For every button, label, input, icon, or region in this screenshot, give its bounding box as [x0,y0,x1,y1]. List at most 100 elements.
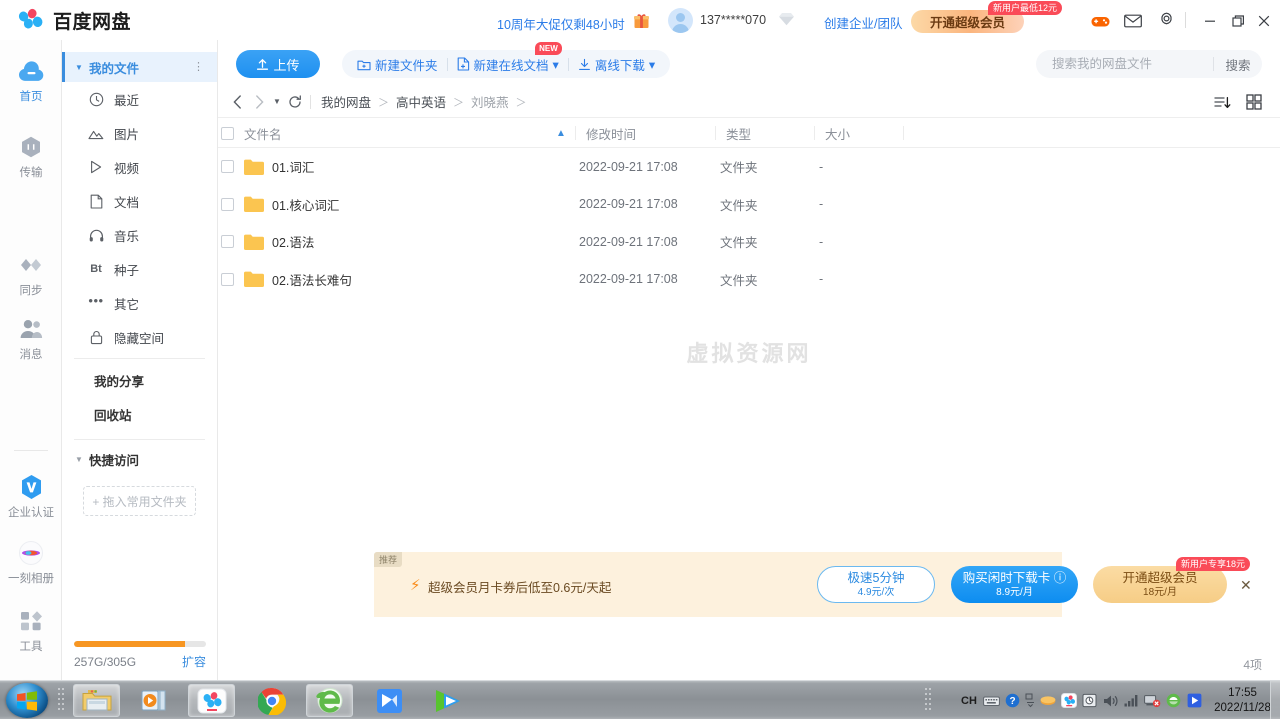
sort-list-icon[interactable] [1212,92,1232,112]
sort-ascending-arrow[interactable]: ▲ [556,118,566,148]
breadcrumb-item-1[interactable]: 高中英语 [396,92,446,111]
sidebar-item-videos[interactable]: 视频 [62,150,217,184]
taskbar-app-file-explorer[interactable] [73,684,120,717]
sidebar-item-music[interactable]: 音乐 [62,218,217,252]
sidebar-item-recycle-bin[interactable]: 回收站 [62,397,217,431]
row-checkbox[interactable] [221,198,234,211]
safe-icon[interactable] [1079,681,1100,719]
row-checkbox[interactable] [221,160,234,173]
table-row[interactable]: 02.语法2022-09-21 17:08文件夹- [218,223,1280,261]
anniversary-promo-link[interactable]: 10周年大促仅剩48小时 [497,14,625,33]
sidebar-item-images[interactable]: 图片 [62,116,217,150]
close-button[interactable] [1253,11,1275,31]
breadcrumb-item-0[interactable]: 我的网盘 [321,92,371,111]
table-row[interactable]: 02.语法长难句2022-09-21 17:08文件夹- [218,261,1280,299]
offline-download-button[interactable]: 离线下载 ▾ [569,50,664,78]
taskbar-app-chrome[interactable] [248,684,295,717]
rail-item-album[interactable]: 一刻相册 [0,540,62,586]
sidebar-item-my-shares[interactable]: 我的分享 [62,363,217,397]
create-team-link[interactable]: 创建企业/团队 [824,13,902,32]
caret-down-icon-quick: ▼ [75,455,85,464]
file-name[interactable]: 02.语法长难句 [272,270,352,289]
maximize-button[interactable] [1227,11,1249,31]
mail-icon[interactable] [1122,10,1144,31]
table-row[interactable]: 01.词汇2022-09-21 17:08文件夹- [218,148,1280,186]
signal-icon[interactable] [1121,681,1142,719]
sidebar-item-torrent[interactable]: Bt 种子 [62,252,217,286]
ellipse-icon[interactable] [1037,681,1058,719]
banner-button-svip[interactable]: 开通超级会员 18元/月 [1093,566,1227,603]
netdisk-tray-icon[interactable] [1058,681,1079,719]
input-method-indicator[interactable]: CH [957,681,981,719]
rail-item-messages[interactable]: 消息 [0,316,62,362]
back-button[interactable] [226,91,248,113]
column-header-mtime[interactable]: 修改时间 [586,118,636,148]
taskbar-app-ie-browser[interactable] [306,684,353,717]
taskbar-clock[interactable]: 17:55 2022/11/28 [1205,686,1280,716]
diamond-vip-icon[interactable] [778,12,795,31]
search-button[interactable]: 搜索 [1214,55,1262,74]
rail-item-tools[interactable]: 工具 [0,608,62,654]
row-checkbox[interactable] [221,273,234,286]
refresh-button[interactable] [284,91,306,113]
gamepad-icon[interactable] [1089,10,1111,31]
column-header-name[interactable]: 文件名 [244,118,282,148]
sidebar-section-quick-access[interactable]: ▼ 快捷访问 [62,444,217,474]
help-icon[interactable]: ? [1002,681,1023,719]
taskbar-app-media-player[interactable] [424,684,471,717]
grid-view-icon[interactable] [1244,92,1264,112]
upload-button[interactable]: 上传 [236,50,320,78]
rail-item-enterprise-auth[interactable]: 企业认证 [0,474,62,520]
sidebar-item-documents[interactable]: 文档 [62,184,217,218]
table-row[interactable]: 01.核心词汇2022-09-21 17:08文件夹- [218,186,1280,224]
breadcrumb-item-2[interactable]: 刘晓燕 [471,92,509,111]
sidebar-item-other[interactable]: ••• 其它 [62,286,217,320]
document-icon [88,193,104,209]
banner-button-speed[interactable]: 极速5分钟 4.9元/次 [817,566,935,603]
column-header-type[interactable]: 类型 [726,118,751,148]
show-hidden-icons-icon[interactable] [1023,681,1037,719]
minimize-button[interactable] [1199,11,1221,31]
rail-item-transfer[interactable]: 传输 [0,134,62,180]
new-online-doc-button[interactable]: 新建在线文档 ▾ NEW [448,50,568,78]
taskbar-app-baidu-netdisk[interactable] [188,684,235,717]
network-error-icon[interactable] [1142,681,1163,719]
expand-storage-link[interactable]: 扩容 [182,653,206,670]
rail-label-sync: 同步 [20,282,43,298]
file-name[interactable]: 01.词汇 [272,157,314,176]
history-dropdown-icon[interactable]: ▼ [270,91,284,113]
breadcrumb-sep-0: ＞ [378,94,389,110]
volume-icon[interactable] [1100,681,1121,719]
rail-item-sync[interactable]: 同步 [0,252,62,298]
taskbar-grip-1[interactable] [58,687,64,714]
rail-label-home: 首页 [20,88,43,104]
new-folder-button[interactable]: 新建文件夹 [348,50,447,78]
gear-icon[interactable] [1155,10,1177,31]
player-tray-icon[interactable] [1184,681,1205,719]
file-name[interactable]: 01.核心词汇 [272,195,339,214]
sidebar-item-recent[interactable]: 最近 [62,82,217,116]
show-desktop-button[interactable] [1270,681,1280,719]
forward-button[interactable] [248,91,270,113]
sidebar-item-my-files[interactable]: ▼ 我的文件 ⋮ [62,52,217,82]
quick-access-dropzone[interactable]: + 拖入常用文件夹 [83,486,196,516]
select-all-checkbox[interactable] [221,127,234,140]
taskbar-app-media-library[interactable] [130,684,177,717]
search-input[interactable] [1036,57,1213,71]
gift-icon[interactable] [630,10,652,30]
file-name[interactable]: 02.语法 [272,232,314,251]
sidebar-item-hidden-space[interactable]: 隐藏空间 [62,320,217,354]
taskbar-grip-2[interactable] [925,687,931,714]
keyboard-icon[interactable] [981,681,1002,719]
column-header-size[interactable]: 大小 [825,118,850,148]
ie-tray-icon[interactable] [1163,681,1184,719]
sidebar-label-other: 其它 [114,294,139,313]
more-vertical-icon[interactable]: ⋮ [193,60,205,73]
row-checkbox[interactable] [221,235,234,248]
avatar[interactable] [668,8,693,33]
banner-button-idle-card[interactable]: 购买闲时下载卡 ⓘ 8.9元/月 [951,566,1078,603]
taskbar-app-foxmail[interactable] [366,684,413,717]
windows-start-orb-icon[interactable] [6,683,48,718]
banner-close-icon[interactable]: ✕ [1240,577,1252,594]
rail-item-home[interactable]: 首页 [0,58,62,104]
